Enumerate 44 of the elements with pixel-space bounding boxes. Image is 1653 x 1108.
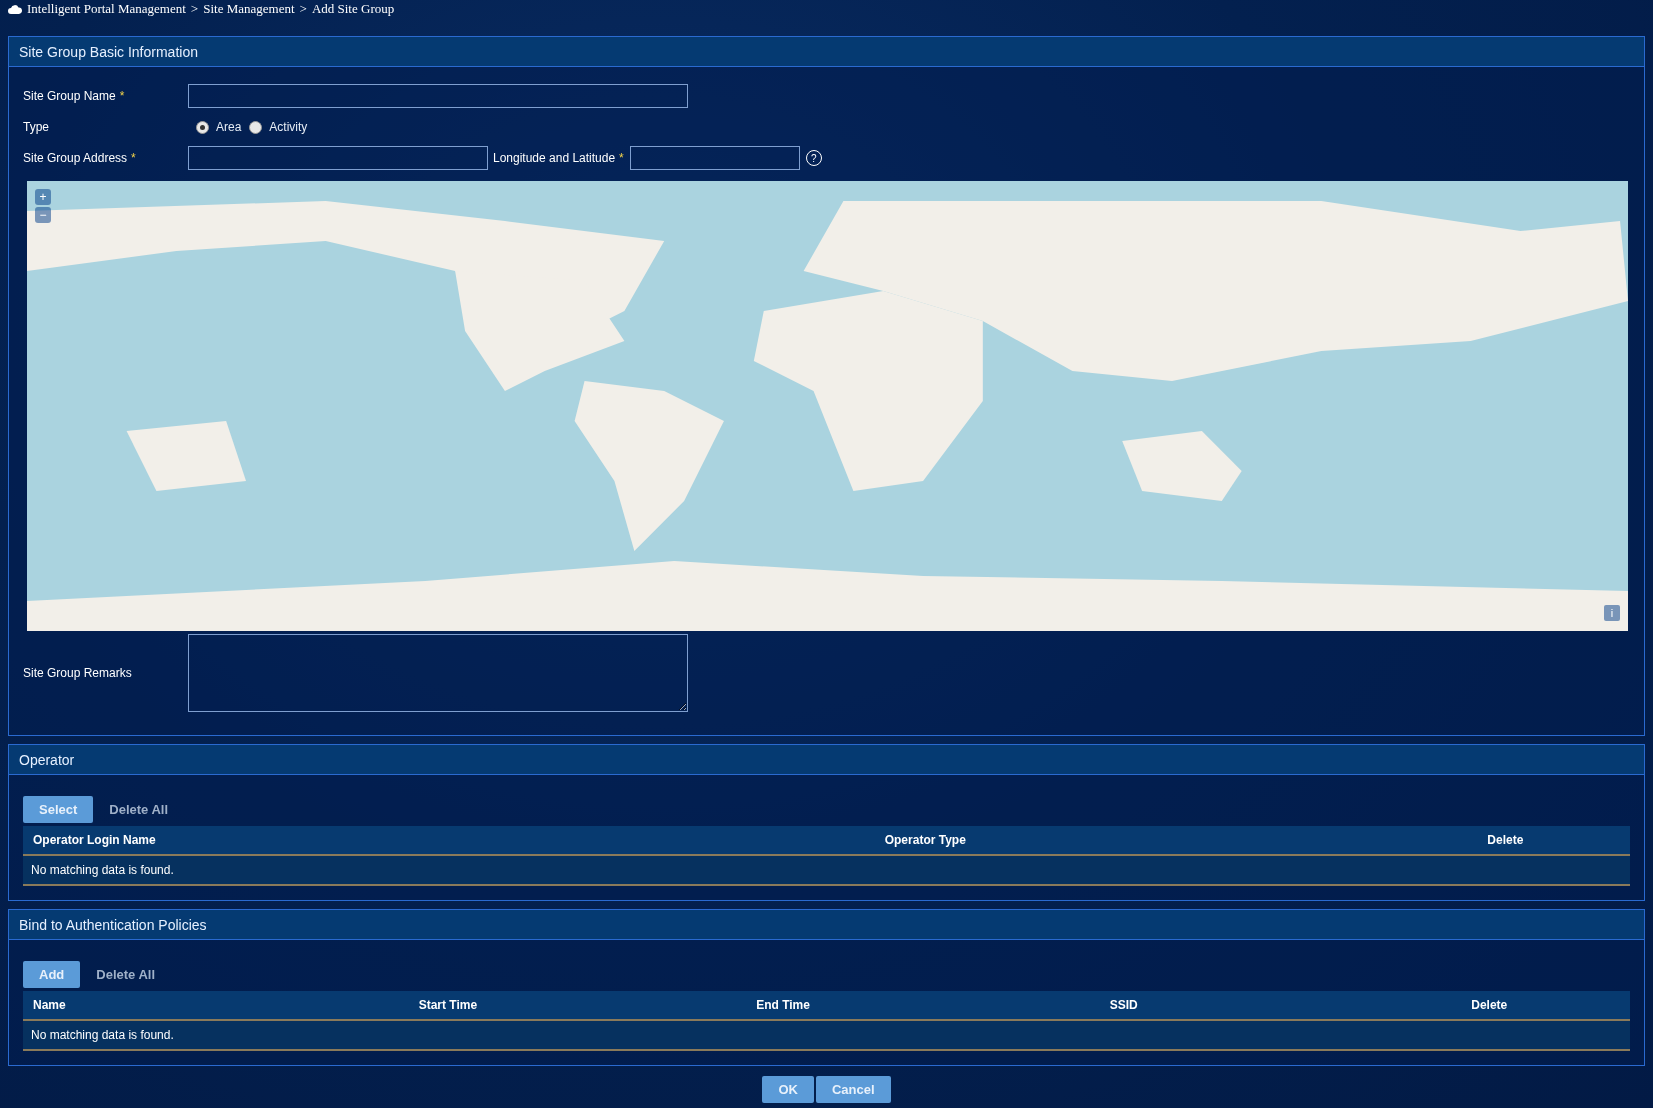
breadcrumb-item[interactable]: Site Management <box>203 1 295 17</box>
required-mark: * <box>119 89 125 103</box>
breadcrumb-separator: > <box>299 1 307 17</box>
cancel-button[interactable]: Cancel <box>815 1076 891 1103</box>
ok-button[interactable]: OK <box>762 1076 814 1103</box>
input-field[interactable] <box>188 146 488 170</box>
breadcrumb-separator: > <box>190 1 199 17</box>
panel-title: Site Group Basic Information <box>9 37 1644 67</box>
radio-label: Area <box>216 120 242 134</box>
panel-title: Bind to Authentication Policies <box>9 910 1644 940</box>
column-header: Start Time <box>417 998 479 1012</box>
empty-message: No matching data is found. <box>23 856 1630 886</box>
input-field[interactable] <box>629 146 800 170</box>
info-button[interactable]: i <box>1604 605 1620 621</box>
input-field[interactable] <box>188 84 688 108</box>
panel-title: Operator <box>9 745 1644 775</box>
radio-label: Activity <box>269 120 308 134</box>
field-label: Longitude and Latitude * <box>493 151 624 165</box>
remarks-field[interactable] <box>188 634 688 712</box>
field-label: Site Group Address * <box>23 151 137 165</box>
radio-button[interactable] <box>196 120 209 134</box>
breadcrumb-item: Add Site Group <box>311 1 395 17</box>
zoom-out-button[interactable]: − <box>35 207 51 223</box>
column-header: Delete <box>1486 833 1525 847</box>
column-header: End Time <box>755 998 811 1012</box>
field-label: Site Group Name * <box>23 89 126 103</box>
required-mark: * <box>619 151 624 165</box>
action-button[interactable]: Select <box>23 795 94 823</box>
field-label: Site Group Remarks <box>23 666 133 680</box>
action-button[interactable]: Add <box>23 960 81 988</box>
cloud-icon <box>8 3 22 15</box>
zoom-in-button[interactable]: + <box>35 189 51 205</box>
breadcrumb-item[interactable]: Intelligent Portal Management <box>27 1 186 17</box>
column-header: Name <box>32 998 67 1012</box>
column-header: Delete <box>1470 998 1509 1012</box>
column-header: Operator Type <box>883 833 967 847</box>
delete-all-link[interactable]: Delete All <box>109 795 169 823</box>
radio-button[interactable] <box>249 120 263 134</box>
field-label: Type <box>23 120 50 134</box>
column-header: SSID <box>1108 998 1139 1012</box>
delete-all-link[interactable]: Delete All <box>96 960 156 988</box>
empty-message: No matching data is found. <box>23 1021 1630 1051</box>
required-mark: * <box>131 151 136 165</box>
column-header: Operator Login Name <box>32 833 157 847</box>
